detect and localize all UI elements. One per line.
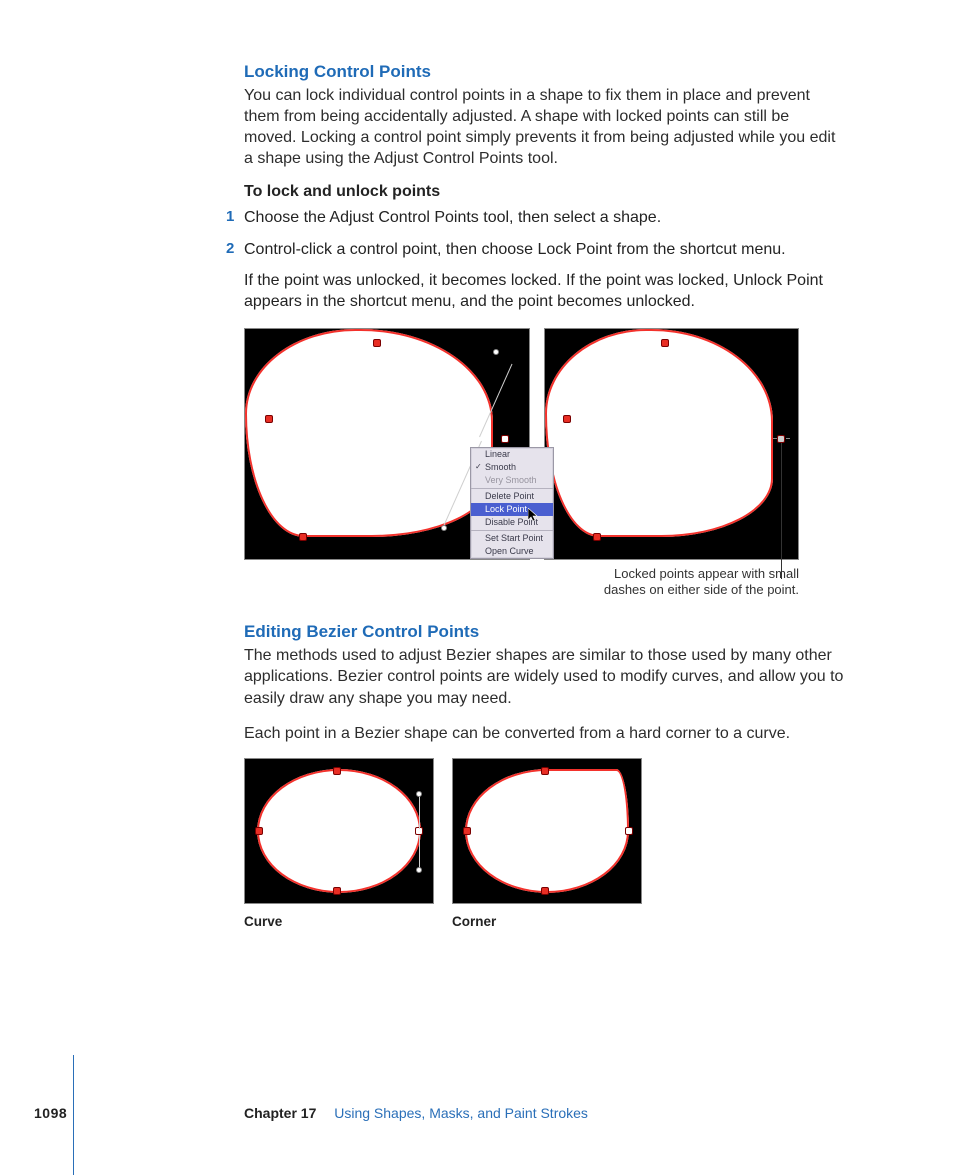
figure-captions: Curve Corner: [244, 914, 844, 929]
caption-corner: Corner: [452, 914, 642, 929]
lock-dash: [786, 438, 790, 440]
task-heading: To lock and unlock points: [244, 183, 844, 201]
step-text: Choose the Adjust Control Points tool, t…: [244, 209, 661, 226]
cursor-icon: [528, 508, 539, 522]
menu-item-lock-point[interactable]: Lock Point: [471, 503, 553, 516]
chapter-label: Chapter 17: [244, 1105, 316, 1121]
handle-endpoint: [416, 791, 422, 797]
menu-item-disable-point[interactable]: Disable Point: [471, 516, 553, 529]
menu-item-linear[interactable]: Linear: [471, 448, 553, 461]
step-2: 2 Control-click a control point, then ch…: [244, 239, 844, 260]
locking-intro: You can lock individual control points i…: [244, 85, 844, 169]
figure-locked-point: [544, 328, 799, 560]
bezier-intro: The methods used to adjust Bezier shapes…: [244, 645, 844, 708]
followup-para: If the point was unlocked, it becomes lo…: [244, 270, 844, 312]
menu-separator: [471, 488, 553, 489]
section-heading-locking: Locking Control Points: [244, 62, 844, 82]
control-point-selected: [625, 827, 633, 835]
step-number: 1: [226, 207, 234, 227]
control-point: [593, 533, 601, 541]
figure-row-bezier: [244, 758, 844, 904]
shape-teardrop: [545, 329, 773, 537]
callout-leader: [781, 443, 782, 579]
footer-rule: [73, 1055, 74, 1175]
canvas-locked: [544, 328, 799, 560]
step-number: 2: [226, 239, 234, 259]
step-text: Control-click a control point, then choo…: [244, 241, 786, 258]
control-point-selected: [501, 435, 509, 443]
control-point: [299, 533, 307, 541]
control-point: [265, 415, 273, 423]
chapter-line: Chapter 17 Using Shapes, Masks, and Pain…: [244, 1105, 588, 1121]
control-point: [463, 827, 471, 835]
chapter-title: Using Shapes, Masks, and Paint Strokes: [334, 1105, 588, 1121]
control-point-locked: [777, 435, 785, 443]
control-point: [373, 339, 381, 347]
section-heading-bezier: Editing Bezier Control Points: [244, 622, 844, 642]
handle-endpoint: [441, 525, 447, 531]
control-point: [563, 415, 571, 423]
control-point: [255, 827, 263, 835]
figure-curve: [244, 758, 434, 904]
caption-curve: Curve: [244, 914, 434, 929]
menu-item-set-start-point[interactable]: Set Start Point: [471, 532, 553, 545]
shape-teardrop: [245, 329, 493, 537]
lock-dash: [773, 438, 777, 440]
menu-item-open-curve[interactable]: Open Curve: [471, 545, 553, 558]
control-point: [661, 339, 669, 347]
page-number: 1098: [34, 1105, 67, 1121]
bezier-para2: Each point in a Bezier shape can be conv…: [244, 723, 844, 744]
shape-ellipse: [257, 769, 421, 893]
menu-separator: [471, 530, 553, 531]
step-1: 1 Choose the Adjust Control Points tool,…: [244, 207, 844, 228]
handle-endpoint: [416, 867, 422, 873]
figure-corner: [452, 758, 642, 904]
menu-item-delete-point[interactable]: Delete Point: [471, 490, 553, 503]
shape-teardrop-corner: [465, 769, 629, 893]
control-point: [333, 767, 341, 775]
callout-wrap: Locked points appear with small dashes o…: [244, 566, 799, 599]
control-point: [333, 887, 341, 895]
context-menu: Linear Smooth Very Smooth Delete Point L…: [470, 447, 554, 559]
menu-item-very-smooth[interactable]: Very Smooth: [471, 474, 553, 487]
tangent-handle: [419, 835, 420, 869]
handle-endpoint: [493, 349, 499, 355]
menu-item-smooth[interactable]: Smooth: [471, 461, 553, 474]
tangent-handle: [419, 795, 420, 829]
control-point: [541, 887, 549, 895]
callout-text: Locked points appear with small dashes o…: [579, 566, 799, 599]
control-point: [541, 767, 549, 775]
steps-list: 1 Choose the Adjust Control Points tool,…: [244, 207, 844, 259]
